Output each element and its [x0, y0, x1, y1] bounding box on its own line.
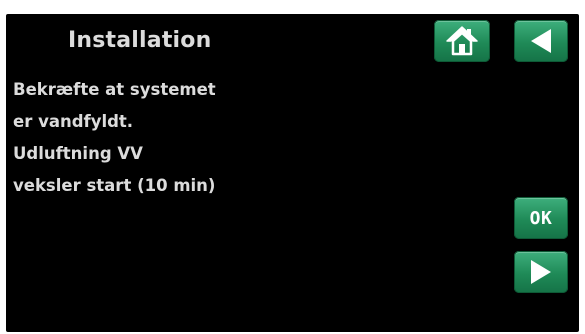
display-screen: Installation Bekræfte at systemet er van… — [6, 14, 579, 332]
message-line: Bekræfte at systemet — [13, 80, 216, 99]
ok-button-label: OK — [529, 207, 553, 229]
back-button[interactable] — [514, 20, 568, 62]
home-icon — [446, 26, 478, 56]
ok-button[interactable]: OK — [514, 197, 568, 239]
instruction-message: Bekræfte at systemet er vandfyldt. Udluf… — [13, 80, 216, 208]
message-line: Udluftning VV — [13, 144, 143, 163]
page-title: Installation — [68, 28, 212, 53]
message-line: veksler start (10 min) — [13, 176, 216, 195]
back-arrow-icon — [531, 29, 551, 53]
forward-arrow-icon — [531, 260, 551, 284]
home-button[interactable] — [434, 20, 490, 62]
message-line: er vandfyldt. — [13, 112, 134, 131]
next-button[interactable] — [514, 251, 568, 293]
